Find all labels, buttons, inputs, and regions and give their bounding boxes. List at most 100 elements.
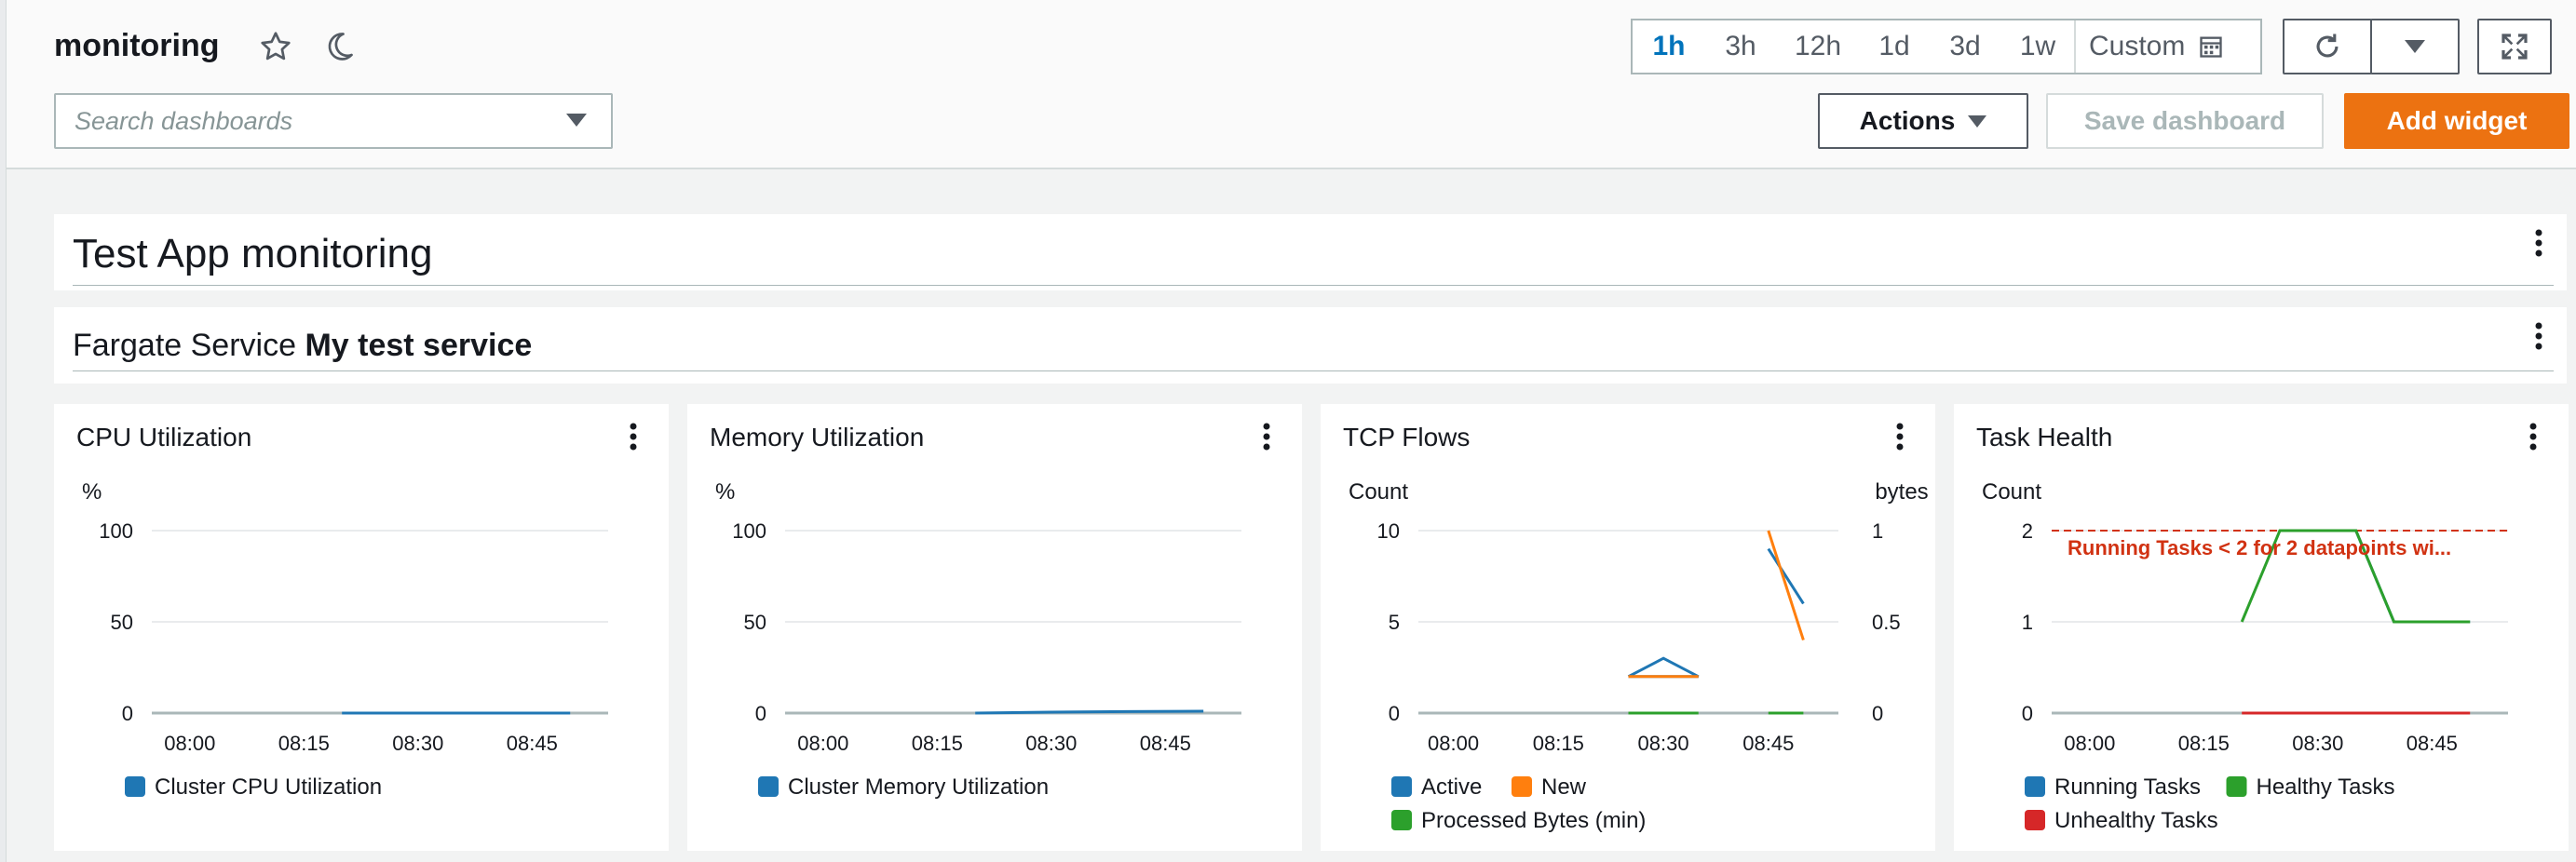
kebab-icon[interactable] — [2529, 227, 2548, 261]
y-tick-label: 0 — [2022, 702, 2033, 725]
time-range-selector: 1h 3h 12h 1d 3d 1w Custom — [1631, 19, 2262, 74]
divider — [73, 285, 2554, 286]
legend-item[interactable]: Running Tasks — [2025, 774, 2201, 800]
y-tick-label: 1 — [2022, 611, 2033, 634]
y-tick-label: 5 — [1389, 611, 1400, 634]
range-3d[interactable]: 3d — [1929, 20, 2001, 73]
x-tick-label: 08:15 — [1533, 732, 1584, 755]
add-widget-button[interactable]: Add widget — [2344, 93, 2569, 149]
legend-item[interactable]: Healthy Tasks — [2226, 774, 2395, 800]
series-line — [1767, 547, 1805, 605]
actions-button[interactable]: Actions — [1818, 93, 2028, 149]
caret-down-icon — [2405, 40, 2425, 53]
task-health-chart: Count 2 1 0 08:00 08:15 08:30 08:45 Running Task… — [1982, 479, 2508, 833]
y-axis-label: % — [715, 479, 735, 505]
legend-item[interactable]: Unhealthy Tasks — [2025, 808, 2218, 833]
star-icon[interactable] — [257, 28, 294, 65]
alarm-annotation: Running Tasks < 2 for 2 datapoints wi... — [2068, 536, 2451, 559]
refresh-button[interactable] — [2283, 19, 2372, 74]
legend-swatch — [1512, 776, 1532, 797]
legend-swatch — [2226, 776, 2247, 797]
widget-title: Memory Utilization — [710, 423, 925, 451]
fullscreen-icon — [2501, 34, 2528, 60]
x-tick-label: 08:45 — [2407, 732, 2458, 755]
x-tick-label: 08:30 — [392, 732, 443, 755]
caret-down-icon — [1968, 114, 1987, 128]
legend-item[interactable]: New — [1512, 774, 1587, 800]
legend-label: Unhealthy Tasks — [2054, 808, 2218, 833]
y-tick-label: 10 — [1377, 519, 1400, 543]
legend-item[interactable]: Cluster Memory Utilization — [758, 774, 1049, 800]
legend-label: Cluster Memory Utilization — [788, 774, 1049, 800]
kebab-icon[interactable] — [2524, 421, 2542, 454]
y-axis-label: Count — [1982, 479, 2041, 505]
widget-title: Task Health — [1976, 423, 2113, 451]
legend-label: Running Tasks — [2054, 774, 2201, 800]
x-tick-label: 08:15 — [2178, 732, 2230, 755]
kebab-icon[interactable] — [2529, 320, 2548, 354]
kebab-icon[interactable] — [1257, 421, 1276, 454]
x-tick-label: 08:30 — [1025, 732, 1077, 755]
x-tick-label: 08:45 — [1742, 732, 1794, 755]
fullscreen-button[interactable] — [2477, 19, 2552, 74]
calendar-icon — [2200, 36, 2223, 58]
kebab-icon[interactable] — [624, 421, 643, 454]
tcp-chart: Count bytes 10 5 0 1 0.5 0 08:00 08:15 08:30 08:45 A… — [1349, 479, 1929, 833]
legend-item[interactable]: Active — [1391, 774, 1482, 800]
y-tick-label: 100 — [732, 519, 766, 543]
service-name: My test service — [305, 328, 533, 363]
x-tick-label: 08:00 — [797, 732, 848, 755]
y-axis-label-right: bytes — [1875, 479, 1928, 505]
legend-label: Processed Bytes (min) — [1421, 808, 1646, 833]
y-tick-label: 50 — [744, 611, 766, 634]
range-12h[interactable]: 12h — [1776, 20, 1860, 73]
range-1d[interactable]: 1d — [1860, 20, 1929, 73]
legend-swatch — [1391, 776, 1412, 797]
y-tick-label-right: 0.5 — [1872, 611, 1901, 634]
y-tick-label-right: 1 — [1872, 519, 1883, 543]
moon-icon[interactable] — [320, 28, 358, 65]
range-custom[interactable]: Custom — [2074, 20, 2260, 73]
x-tick-label: 08:00 — [164, 732, 215, 755]
y-tick-label: 0 — [122, 702, 133, 725]
y-tick-label-right: 0 — [1872, 702, 1883, 725]
widget-cpu: CPU Utilization % 100 50 0 08:00 08:15 08:30 08… — [54, 404, 669, 851]
series-line — [1767, 530, 1805, 641]
y-tick-label: 50 — [111, 611, 133, 634]
refresh-options-button[interactable] — [2370, 19, 2460, 74]
legend-swatch — [2025, 776, 2045, 797]
legend-label: Active — [1421, 774, 1482, 800]
x-tick-label: 08:45 — [1140, 732, 1191, 755]
caret-down-icon[interactable] — [566, 114, 587, 127]
x-tick-label: 08:15 — [278, 732, 330, 755]
widget-tcp-flows: TCP Flows Count bytes 10 5 0 1 0.5 0 08:00 08:15 0… — [1321, 404, 1935, 851]
search-dashboards[interactable] — [54, 93, 613, 149]
legend-item[interactable]: Processed Bytes (min) — [1391, 808, 1646, 833]
legend-swatch — [1391, 810, 1412, 830]
service-heading: Fargate Service My test service — [73, 328, 532, 364]
y-tick-label: 0 — [1389, 702, 1400, 725]
save-dashboard-button[interactable]: Save dashboard — [2046, 93, 2324, 149]
y-tick-label: 0 — [755, 702, 766, 725]
custom-label: Custom — [2089, 31, 2186, 61]
legend-label: New — [1541, 774, 1587, 800]
y-axis-label: % — [82, 479, 102, 505]
dashboard-title: monitoring — [54, 28, 220, 63]
legend-label: Healthy Tasks — [2257, 774, 2395, 800]
left-edge — [0, 0, 7, 862]
y-tick-label: 2 — [2022, 519, 2033, 543]
memory-chart: % 100 50 0 08:00 08:15 08:30 08:45 Cluster Memor… — [715, 479, 1241, 800]
y-tick-label: 100 — [99, 519, 133, 543]
x-tick-label: 08:30 — [2292, 732, 2343, 755]
text-widget-service: Fargate Service My test service — [54, 307, 2567, 384]
series-line — [1627, 656, 1700, 679]
range-1h[interactable]: 1h — [1633, 20, 1705, 73]
range-1w[interactable]: 1w — [2001, 20, 2074, 73]
range-3h[interactable]: 3h — [1705, 20, 1776, 73]
legend-item[interactable]: Cluster CPU Utilization — [125, 774, 382, 800]
widget-memory: Memory Utilization % 100 50 0 08:00 08:15 08:3… — [687, 404, 1302, 851]
search-input[interactable] — [75, 102, 559, 140]
kebab-icon[interactable] — [1891, 421, 1909, 454]
app-heading: Test App monitoring — [73, 231, 433, 276]
x-tick-label: 08:45 — [507, 732, 558, 755]
